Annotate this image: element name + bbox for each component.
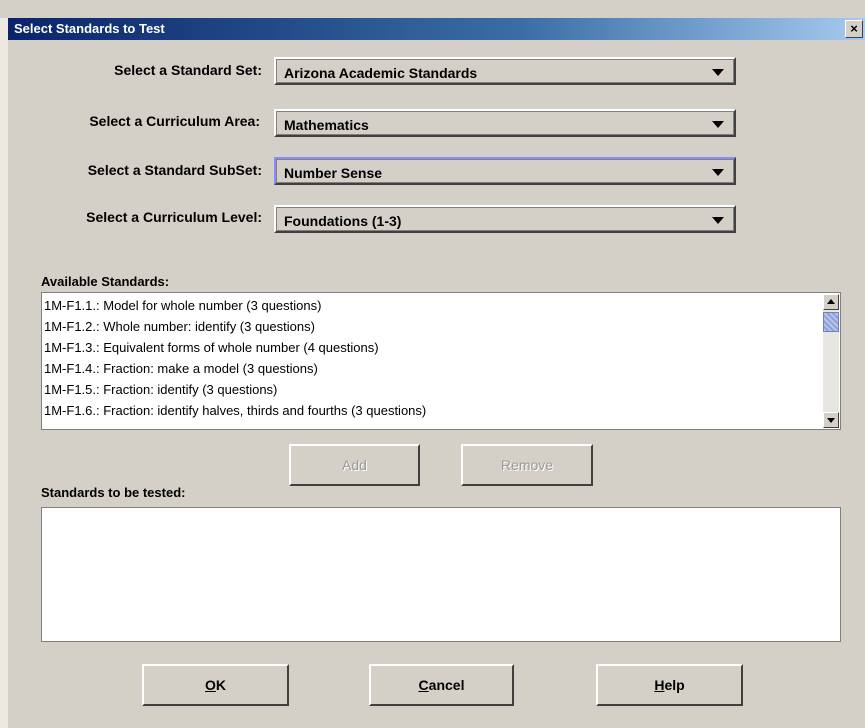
chevron-down-icon[interactable] <box>712 121 724 128</box>
standard-subset-label: Select a Standard SubSet: <box>87 162 262 178</box>
curriculum-level-label: Select a Curriculum Level: <box>86 209 262 225</box>
standard-subset-dropdown[interactable]: Number Sense <box>274 157 736 185</box>
list-item[interactable]: 1M-F1.4.: Fraction: make a model (3 ques… <box>44 361 318 376</box>
ok-mnemonic: O <box>204 677 216 693</box>
cancel-mnemonic: C <box>418 677 429 693</box>
standard-set-value: Arizona Academic Standards <box>284 65 478 81</box>
scroll-up-icon[interactable] <box>823 294 839 310</box>
add-button[interactable]: Add <box>289 444 420 486</box>
scroll-thumb[interactable] <box>823 312 839 332</box>
list-item[interactable]: 1M-F1.3.: Equivalent forms of whole numb… <box>44 340 379 355</box>
available-standards-label: Available Standards: <box>41 274 170 289</box>
help-mnemonic: H <box>654 677 665 693</box>
list-item[interactable]: 1M-F1.6.: Fraction: identify halves, thi… <box>44 403 426 418</box>
list-item[interactable]: 1M-F1.5.: Fraction: identify (3 question… <box>44 382 277 397</box>
title-bar[interactable]: Select Standards to Test × <box>8 18 865 40</box>
help-button[interactable]: Help <box>596 664 743 706</box>
cancel-button[interactable]: Cancel <box>369 664 514 706</box>
help-label-rest: elp <box>664 677 685 693</box>
ok-button[interactable]: OK <box>142 664 289 706</box>
scroll-down-icon[interactable] <box>823 412 839 428</box>
chevron-down-icon[interactable] <box>712 217 724 224</box>
curriculum-area-label: Select a Curriculum Area: <box>89 113 260 129</box>
chevron-down-icon[interactable] <box>712 69 724 76</box>
vertical-scrollbar[interactable] <box>823 294 839 428</box>
curriculum-area-dropdown[interactable]: Mathematics <box>274 109 736 137</box>
standard-subset-value: Number Sense <box>284 165 383 181</box>
standard-set-dropdown[interactable]: Arizona Academic Standards <box>274 57 736 85</box>
close-icon[interactable]: × <box>845 20 863 38</box>
window-left-edge <box>0 18 8 728</box>
standards-to-be-tested-label: Standards to be tested: <box>41 485 186 500</box>
window-title: Select Standards to Test <box>14 21 165 36</box>
curriculum-level-value: Foundations (1-3) <box>284 213 402 229</box>
cancel-label-rest: ancel <box>428 677 465 693</box>
remove-button[interactable]: Remove <box>461 444 593 486</box>
list-item[interactable]: 1M-F1.2.: Whole number: identify (3 ques… <box>44 319 315 334</box>
chevron-down-icon[interactable] <box>712 169 724 176</box>
standard-set-label: Select a Standard Set: <box>114 62 262 78</box>
ok-label-rest: K <box>215 677 226 693</box>
curriculum-level-dropdown[interactable]: Foundations (1-3) <box>274 205 736 233</box>
available-standards-list[interactable]: 1M-F1.1.: Model for whole number (3 ques… <box>41 292 841 430</box>
curriculum-area-value: Mathematics <box>284 117 369 133</box>
dialog-window: Select Standards to Test × Select a Stan… <box>0 0 865 728</box>
standards-to-be-tested-list[interactable] <box>41 507 841 642</box>
list-item[interactable]: 1M-F1.1.: Model for whole number (3 ques… <box>44 298 321 313</box>
